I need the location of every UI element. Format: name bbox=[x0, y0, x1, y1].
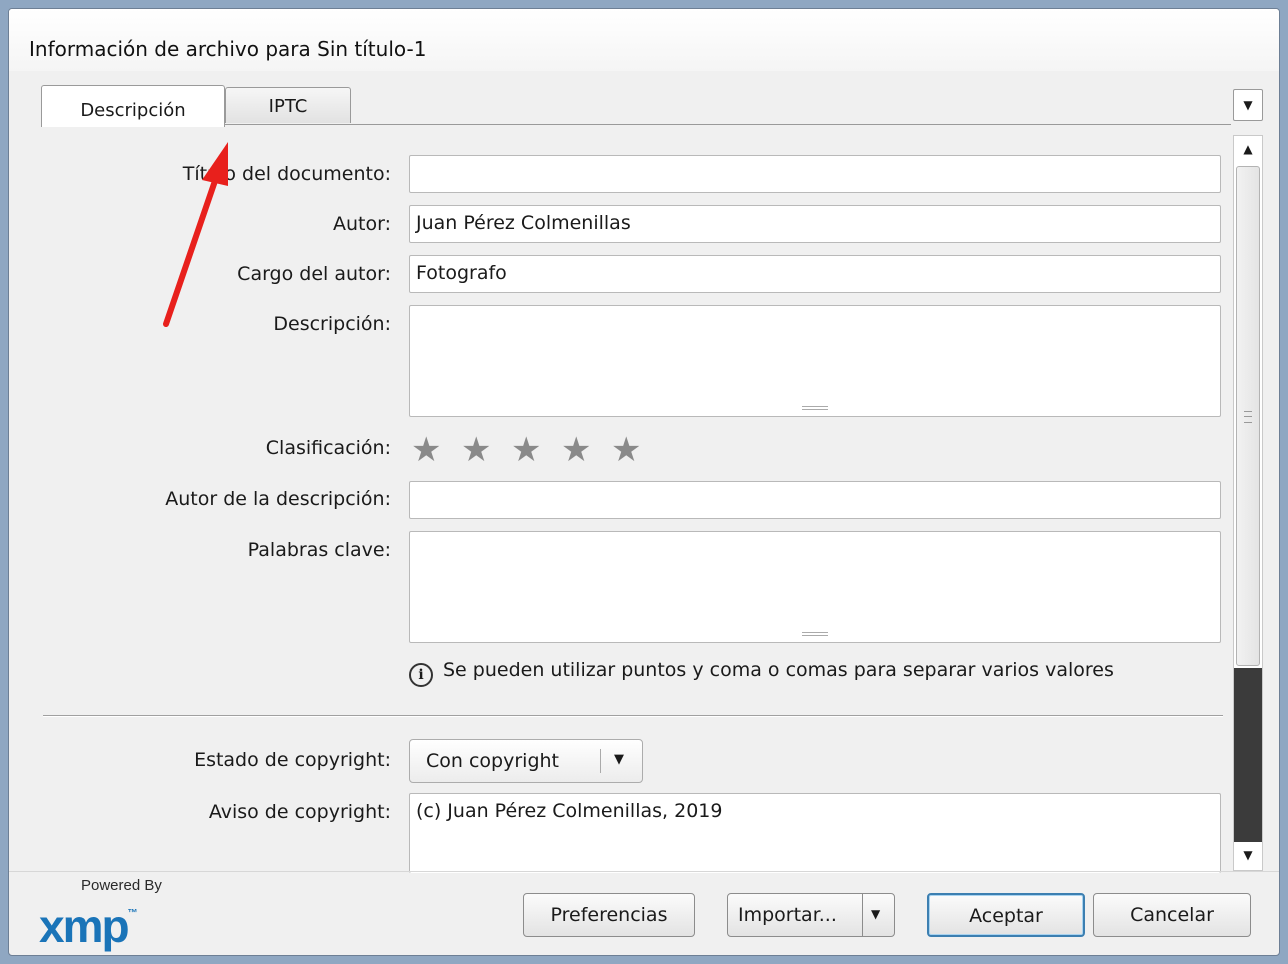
author-label: Autor: bbox=[333, 213, 391, 235]
cancel-button[interactable]: Cancelar bbox=[1093, 893, 1251, 937]
author-title-label: Cargo del autor: bbox=[237, 263, 391, 285]
vertical-scrollbar[interactable]: ▲ ▼ bbox=[1233, 135, 1263, 871]
description-writer-label: Autor de la descripción: bbox=[165, 488, 391, 510]
tab-descripcion[interactable]: Descripción bbox=[41, 85, 225, 127]
keywords-label: Palabras clave: bbox=[247, 539, 391, 561]
chevron-down-icon[interactable]: ▼ bbox=[871, 907, 880, 921]
description-writer-field[interactable] bbox=[409, 481, 1221, 519]
star-icon[interactable]: ★ bbox=[511, 433, 561, 467]
resize-grip-icon[interactable] bbox=[802, 632, 828, 636]
logo-powered-text: Powered By bbox=[81, 877, 162, 894]
copyright-status-label: Estado de copyright: bbox=[194, 749, 391, 771]
select-divider bbox=[600, 749, 601, 773]
import-button[interactable]: Importar... bbox=[738, 904, 837, 926]
keywords-hint: i Se pueden utilizar puntos y coma o coma… bbox=[409, 659, 1114, 687]
description-field[interactable] bbox=[409, 305, 1221, 417]
logo-mark: xmp™ bbox=[39, 894, 162, 949]
star-icon[interactable]: ★ bbox=[561, 433, 611, 467]
doc-title-label: Título del documento: bbox=[182, 163, 391, 185]
chevron-down-icon: ▼ bbox=[1243, 98, 1253, 112]
chevron-down-icon: ▼ bbox=[614, 752, 624, 767]
rating-stars: ★ ★ ★ ★ ★ bbox=[411, 433, 661, 467]
logo-mark-text: xmp bbox=[39, 900, 130, 952]
import-split-button: Importar... ▼ bbox=[727, 893, 895, 937]
scroll-up-icon[interactable]: ▲ bbox=[1234, 136, 1262, 164]
keywords-hint-text: Se pueden utilizar puntos y coma o comas… bbox=[443, 659, 1114, 681]
scroll-track[interactable] bbox=[1234, 668, 1262, 842]
info-icon: i bbox=[409, 663, 433, 687]
scroll-thumb[interactable] bbox=[1236, 166, 1260, 666]
section-divider bbox=[43, 715, 1223, 717]
logo-tm: ™ bbox=[127, 908, 138, 919]
window-title: Información de archivo para Sin título-1 bbox=[29, 37, 427, 61]
resize-grip-icon[interactable] bbox=[802, 406, 828, 410]
tabs-menu-button[interactable]: ▼ bbox=[1233, 89, 1263, 121]
footer-divider bbox=[9, 871, 1279, 872]
rating-label: Clasificación: bbox=[265, 437, 391, 459]
star-icon[interactable]: ★ bbox=[611, 433, 661, 467]
star-icon[interactable]: ★ bbox=[461, 433, 511, 467]
file-info-dialog: Información de archivo para Sin título-1… bbox=[8, 8, 1280, 956]
doc-title-field[interactable] bbox=[409, 155, 1221, 193]
copyright-notice-field[interactable]: (c) Juan Pérez Colmenillas, 2019 bbox=[409, 793, 1221, 873]
preferences-button[interactable]: Preferencias bbox=[523, 893, 695, 937]
accept-button[interactable]: Aceptar bbox=[927, 893, 1085, 937]
title-bar: Información de archivo para Sin título-1 bbox=[9, 9, 1279, 71]
grip-icon bbox=[1244, 411, 1252, 423]
xmp-logo: Powered By xmp™ bbox=[39, 877, 162, 949]
copyright-status-select[interactable]: Con copyright ▼ bbox=[409, 739, 643, 783]
author-title-field[interactable]: Fotografo bbox=[409, 255, 1221, 293]
tab-iptc[interactable]: IPTC bbox=[225, 87, 351, 123]
author-field[interactable]: Juan Pérez Colmenillas bbox=[409, 205, 1221, 243]
scroll-down-icon[interactable]: ▼ bbox=[1234, 842, 1262, 870]
split-divider bbox=[862, 894, 863, 936]
copyright-status-value: Con copyright bbox=[426, 750, 559, 772]
star-icon[interactable]: ★ bbox=[411, 433, 461, 467]
description-label: Descripción: bbox=[273, 313, 391, 335]
tab-bar: Descripción IPTC bbox=[9, 85, 1279, 127]
keywords-field[interactable] bbox=[409, 531, 1221, 643]
copyright-notice-label: Aviso de copyright: bbox=[208, 801, 391, 823]
